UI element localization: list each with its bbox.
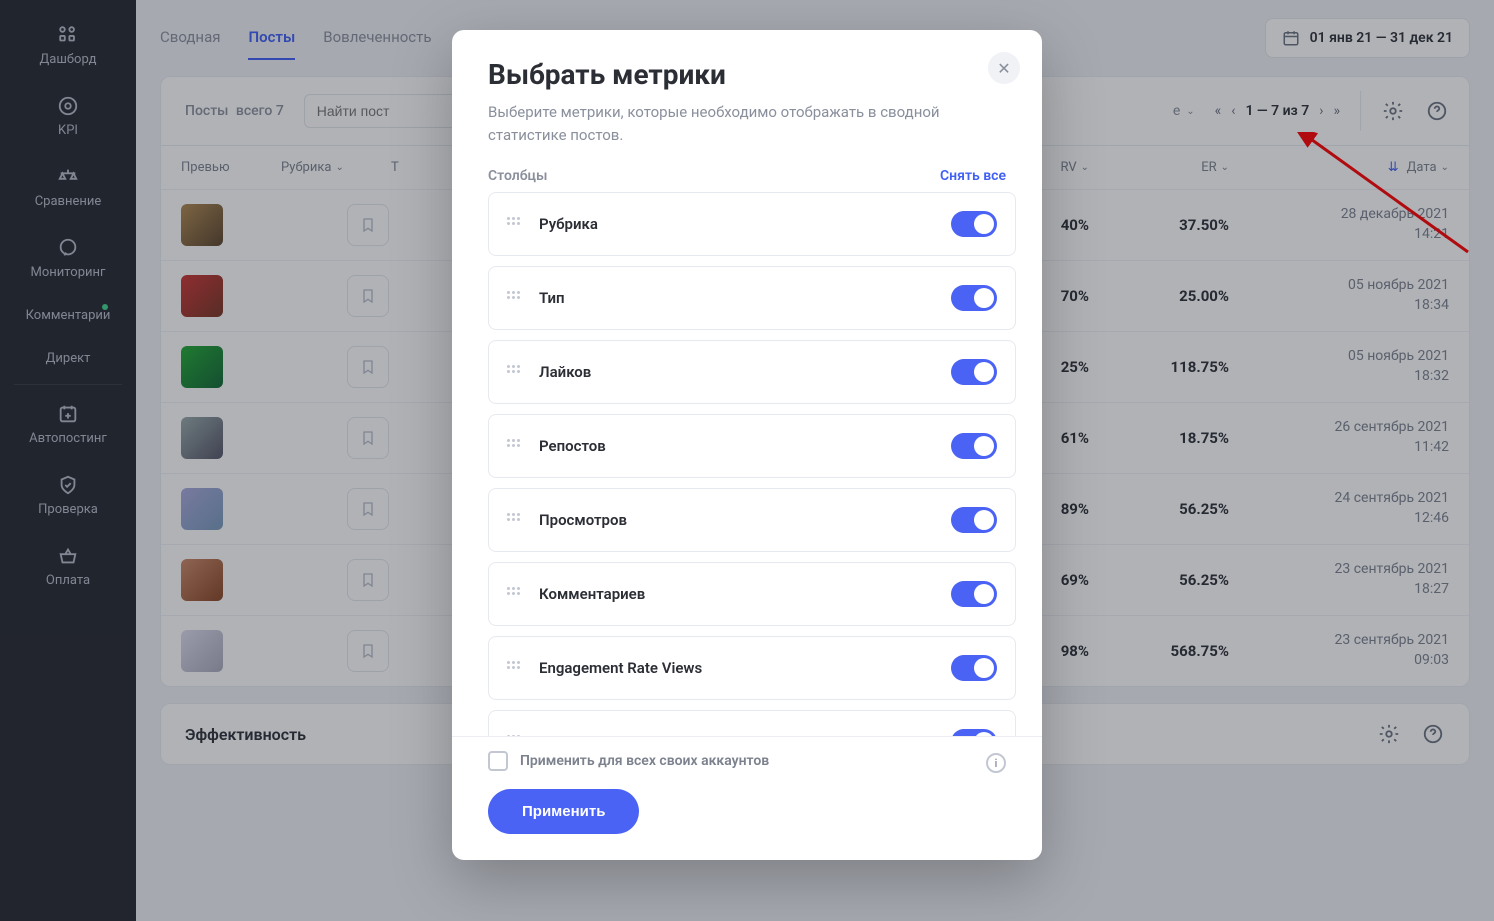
metric-row: Репостов [488, 414, 1016, 478]
metric-toggle[interactable] [951, 433, 997, 459]
metric-toggle[interactable] [951, 729, 997, 736]
metrics-modal: ✕ Выбрать метрики Выберите метрики, кото… [452, 30, 1042, 860]
modal-overlay[interactable]: ✕ Выбрать метрики Выберите метрики, кото… [0, 0, 1494, 921]
modal-subtitle: Выберите метрики, которые необходимо ото… [488, 101, 1006, 146]
apply-all-row[interactable]: Применить для всех своих аккаунтов [488, 751, 1006, 771]
metric-name: Лайков [539, 363, 591, 381]
checkbox[interactable] [488, 751, 508, 771]
drag-handle-icon[interactable] [507, 291, 521, 305]
metric-name: Репостов [539, 437, 606, 455]
metric-row: Рубрика [488, 192, 1016, 256]
metric-name: Комментариев [539, 585, 645, 603]
metric-toggle[interactable] [951, 655, 997, 681]
metric-toggle[interactable] [951, 581, 997, 607]
metric-row: Engagement Rate Views [488, 636, 1016, 700]
drag-handle-icon[interactable] [507, 217, 521, 231]
drag-handle-icon[interactable] [507, 513, 521, 527]
metric-name: Тип [539, 289, 565, 307]
metric-name: Рубрика [539, 215, 598, 233]
metric-row: Комментариев [488, 562, 1016, 626]
clear-all-button[interactable]: Снять все [940, 168, 1006, 184]
metric-toggle[interactable] [951, 285, 997, 311]
metric-row: Engagement Rate [488, 710, 1016, 736]
metric-row: Тип [488, 266, 1016, 330]
columns-label: Столбцы [488, 168, 547, 184]
metric-toggle[interactable] [951, 359, 997, 385]
metric-row: Просмотров [488, 488, 1016, 552]
modal-title: Выбрать метрики [488, 58, 1006, 91]
metric-toggle[interactable] [951, 211, 997, 237]
apply-button[interactable]: Применить [488, 789, 639, 834]
metric-name: Просмотров [539, 511, 627, 529]
metrics-list[interactable]: Рубрика Тип Лайков Репостов Просмотров К… [452, 192, 1042, 736]
close-icon: ✕ [997, 59, 1010, 78]
drag-handle-icon[interactable] [507, 587, 521, 601]
close-button[interactable]: ✕ [988, 52, 1020, 84]
apply-all-label: Применить для всех своих аккаунтов [520, 753, 769, 769]
drag-handle-icon[interactable] [507, 661, 521, 675]
drag-handle-icon[interactable] [507, 439, 521, 453]
info-icon[interactable]: i [986, 753, 1006, 773]
metric-toggle[interactable] [951, 507, 997, 533]
metric-name: Engagement Rate Views [539, 659, 702, 677]
drag-handle-icon[interactable] [507, 365, 521, 379]
metric-row: Лайков [488, 340, 1016, 404]
